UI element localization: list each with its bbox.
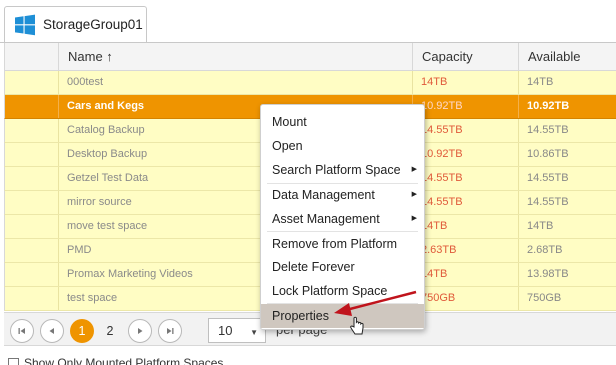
annotation-arrow-head [334,303,352,316]
annotation-arrow-line [345,290,417,312]
hand-cursor-icon [350,316,364,335]
annotation-arrow [334,290,417,335]
